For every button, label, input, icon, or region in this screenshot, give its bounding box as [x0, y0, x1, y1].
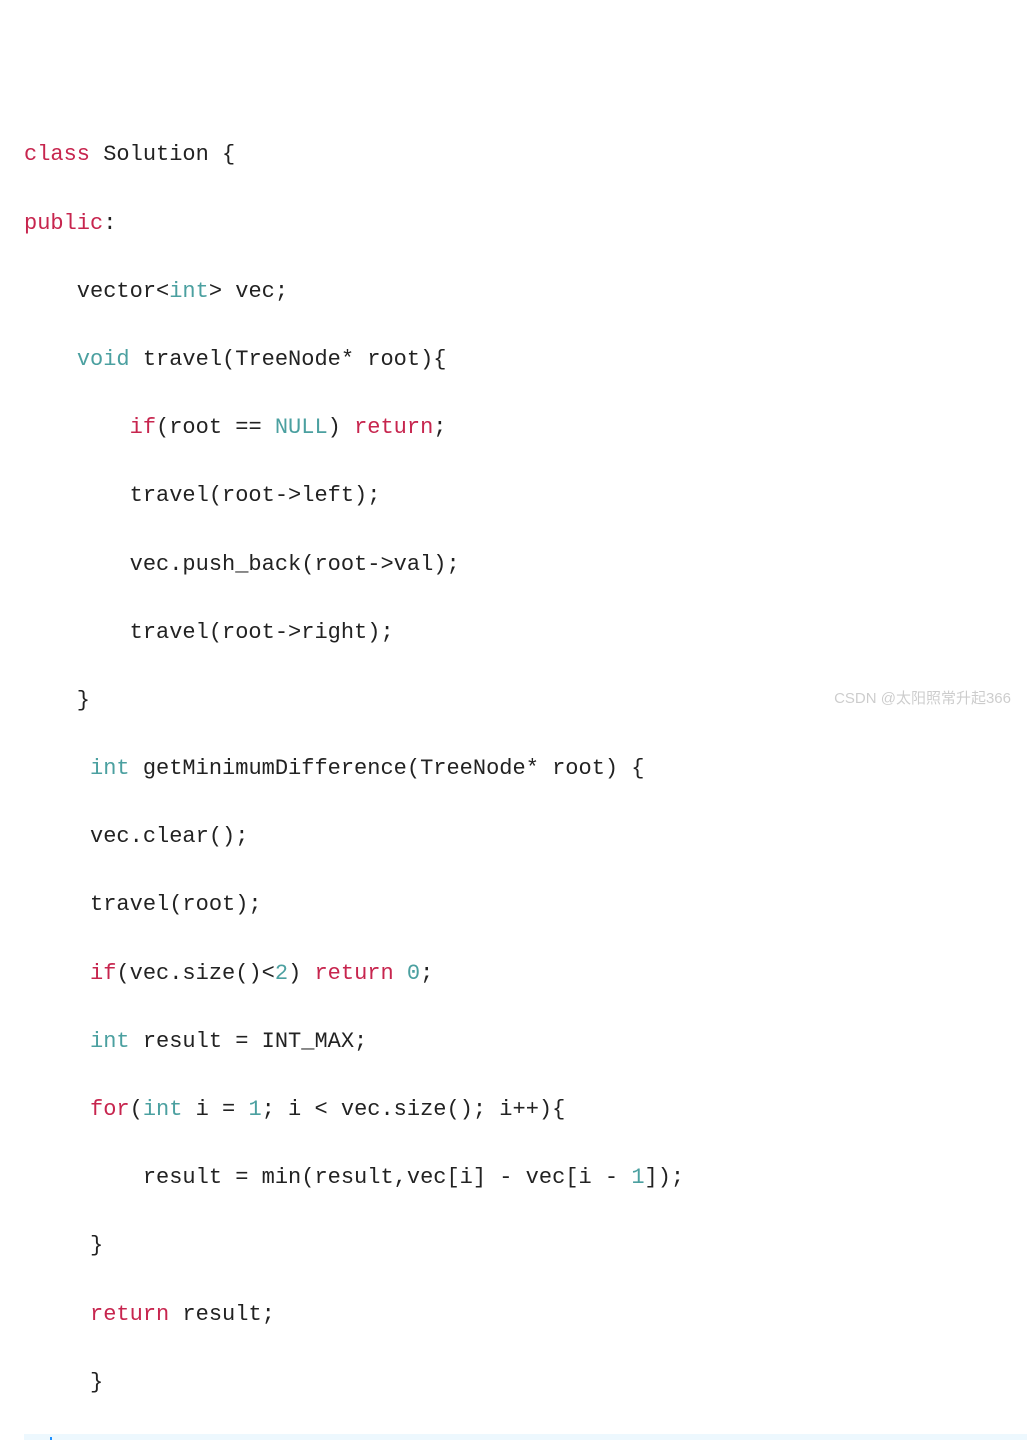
- code-token: travel(TreeNode* root){: [130, 347, 447, 372]
- code-line: if(vec.size()<2) return 0;: [24, 957, 1027, 991]
- code-token: vector: [24, 279, 156, 304]
- code-token: }: [24, 688, 90, 713]
- code-token: [24, 1097, 90, 1122]
- code-token: 2: [275, 961, 288, 986]
- code-token: travel(root);: [24, 892, 262, 917]
- code-token: int: [143, 1097, 183, 1122]
- code-line: return result;: [24, 1298, 1027, 1332]
- code-line: travel(root);: [24, 888, 1027, 922]
- code-token: ]);: [645, 1165, 685, 1190]
- code-token: (: [130, 1097, 143, 1122]
- code-token: result = INT_MAX;: [130, 1029, 368, 1054]
- code-token: 1: [631, 1165, 644, 1190]
- code-token: ;: [420, 961, 433, 986]
- code-token: [24, 961, 90, 986]
- code-token: travel(root->left);: [24, 483, 380, 508]
- code-line: class Solution {: [24, 138, 1027, 172]
- code-token: (vec.size()<: [116, 961, 274, 986]
- code-token: [24, 1029, 90, 1054]
- code-token: vec.push_back(root->val);: [24, 552, 460, 577]
- code-line: };: [24, 1434, 1027, 1440]
- code-line: }: [24, 684, 1027, 718]
- code-token: return: [354, 415, 433, 440]
- code-token: }: [24, 1370, 103, 1395]
- code-token: i =: [182, 1097, 248, 1122]
- code-line: vector<int> vec;: [24, 275, 1027, 309]
- code-token: if: [90, 961, 116, 986]
- code-line: vec.clear();: [24, 820, 1027, 854]
- code-token: > vec;: [209, 279, 288, 304]
- code-token: for: [90, 1097, 130, 1122]
- code-token: getMinimumDifference(TreeNode* root) {: [130, 756, 645, 781]
- code-token: Solution {: [90, 142, 235, 167]
- code-token: <: [156, 279, 169, 304]
- code-line: if(root == NULL) return;: [24, 411, 1027, 445]
- code-token: void: [77, 347, 130, 372]
- code-token: [24, 347, 77, 372]
- code-token: };: [24, 1438, 50, 1440]
- code-token: class: [24, 142, 90, 167]
- code-token: 0: [407, 961, 420, 986]
- code-token: [24, 1302, 90, 1327]
- code-block: class Solution { public: vector<int> vec…: [0, 136, 1027, 1440]
- code-token: ): [288, 961, 314, 986]
- code-line: for(int i = 1; i < vec.size(); i++){: [24, 1093, 1027, 1127]
- code-token: result = min(result,vec[i] - vec[i -: [24, 1165, 631, 1190]
- code-token: result;: [169, 1302, 275, 1327]
- code-token: ;: [433, 415, 446, 440]
- code-token: }: [24, 1233, 103, 1258]
- code-line: int result = INT_MAX;: [24, 1025, 1027, 1059]
- code-token: [394, 961, 407, 986]
- code-token: travel(root->right);: [24, 620, 394, 645]
- code-token: return: [90, 1302, 169, 1327]
- code-line: travel(root->right);: [24, 616, 1027, 650]
- code-token: [24, 756, 90, 781]
- code-line: int getMinimumDifference(TreeNode* root)…: [24, 752, 1027, 786]
- code-token: ): [328, 415, 354, 440]
- code-line: vec.push_back(root->val);: [24, 548, 1027, 582]
- code-token: [24, 415, 130, 440]
- code-line: result = min(result,vec[i] - vec[i - 1])…: [24, 1161, 1027, 1195]
- code-token: return: [314, 961, 393, 986]
- code-line: void travel(TreeNode* root){: [24, 343, 1027, 377]
- code-token: NULL: [275, 415, 328, 440]
- code-token: if: [130, 415, 156, 440]
- code-token: 1: [248, 1097, 261, 1122]
- code-token: vec.clear();: [24, 824, 248, 849]
- code-token: ; i < vec.size(); i++){: [262, 1097, 566, 1122]
- code-line: public:: [24, 207, 1027, 241]
- code-line: travel(root->left);: [24, 479, 1027, 513]
- code-token: :: [103, 211, 116, 236]
- code-token: int: [90, 1029, 130, 1054]
- code-line: }: [24, 1366, 1027, 1400]
- code-token: int: [169, 279, 209, 304]
- code-line: }: [24, 1229, 1027, 1263]
- code-token: public: [24, 211, 103, 236]
- code-token: (root ==: [156, 415, 275, 440]
- text-cursor: [50, 1437, 52, 1440]
- code-token: int: [90, 756, 130, 781]
